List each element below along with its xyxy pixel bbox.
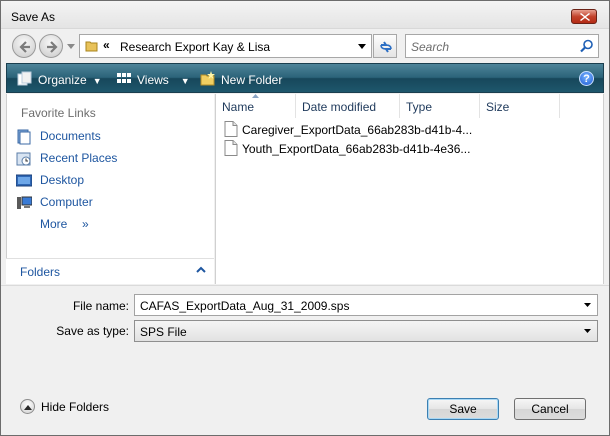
folders-toggle-bar[interactable]: Folders	[6, 258, 214, 284]
file-icon	[224, 140, 238, 156]
hide-folders-label: Hide Folders	[41, 400, 110, 414]
views-icon	[117, 73, 131, 83]
favorite-links-header: Favorite Links	[21, 106, 96, 120]
new-folder-icon	[200, 71, 215, 86]
refresh-button[interactable]	[373, 34, 397, 58]
save-as-dialog: Save As « Research Export Kay & Lisa Sea…	[0, 0, 610, 436]
new-folder-label: New Folder	[221, 73, 283, 87]
title-bar: Save As	[1, 1, 609, 29]
search-icon[interactable]	[580, 39, 594, 53]
column-header-label: Date modified	[302, 100, 377, 114]
forward-arrow-icon	[47, 41, 58, 53]
save-form: File name: CAFAS_ExportData_Aug_31_2009.…	[1, 285, 609, 435]
new-folder-button[interactable]: New Folder	[200, 71, 282, 87]
close-button[interactable]	[571, 9, 597, 24]
dropdown-arrow-icon: ▼	[92, 76, 102, 86]
back-arrow-icon	[19, 41, 30, 53]
file-row[interactable]: Caregiver_ExportData_66ab283b-d41b-4...	[224, 120, 474, 140]
chevron-down-icon[interactable]	[358, 44, 366, 49]
more-label: More	[40, 217, 68, 231]
chevron-up-circle-icon	[20, 399, 35, 414]
save-type-select[interactable]: SPS File	[134, 320, 598, 342]
file-name: Youth_ExportData_66ab283b-d41b-4e36...	[242, 142, 471, 156]
recent-pages-dropdown-icon[interactable]	[67, 44, 75, 49]
save-type-label: Save as type:	[56, 324, 129, 338]
views-label: Views	[137, 73, 169, 87]
file-name-label: File name:	[72, 299, 129, 313]
column-header-name[interactable]: Name	[216, 94, 296, 118]
organize-icon	[17, 71, 32, 86]
chevron-down-icon	[584, 329, 591, 333]
sort-ascending-icon	[252, 94, 259, 98]
favorite-label: Computer	[40, 195, 93, 209]
forward-button[interactable]	[39, 34, 63, 58]
file-list: Name Date modified Type Size Caregiver_E…	[215, 94, 604, 284]
back-button[interactable]	[12, 34, 36, 58]
save-type-value: SPS File	[140, 325, 187, 339]
help-button[interactable]: ?	[579, 71, 594, 86]
organize-menu[interactable]: Organize ▼	[17, 71, 102, 87]
file-name: Caregiver_ExportData_66ab283b-d41b-4...	[242, 123, 473, 137]
cancel-button[interactable]: Cancel	[514, 398, 586, 420]
search-placeholder[interactable]: Search	[411, 40, 449, 54]
folders-label: Folders	[20, 265, 61, 279]
chevron-up-icon	[196, 266, 206, 273]
double-chevron-right-icon: »	[82, 217, 89, 231]
chevron-down-icon[interactable]	[584, 303, 591, 307]
computer-icon	[17, 196, 32, 209]
recent-places-icon	[16, 152, 31, 166]
documents-icon	[17, 129, 31, 145]
views-menu[interactable]: Views ▼	[116, 71, 190, 87]
column-header-label: Type	[406, 100, 433, 114]
favorite-label: Recent Places	[40, 151, 118, 165]
window-title: Save As	[11, 10, 56, 24]
favorite-label: Desktop	[40, 173, 85, 187]
file-icon	[224, 121, 238, 137]
file-name-value[interactable]: CAFAS_ExportData_Aug_31_2009.sps	[140, 299, 349, 313]
favorite-label: Documents	[40, 129, 101, 143]
column-header-date-modified[interactable]: Date modified	[296, 94, 400, 118]
dropdown-arrow-icon: ▼	[180, 76, 190, 86]
command-toolbar: Organize ▼ Views ▼ New Folder ?	[6, 63, 604, 93]
column-header-size[interactable]: Size	[480, 94, 560, 118]
organize-label: Organize	[38, 73, 87, 87]
save-button[interactable]: Save	[427, 398, 499, 420]
address-bar[interactable]: « Research Export Kay & Lisa	[79, 34, 372, 58]
refresh-icon	[380, 41, 392, 53]
column-header-label: Size	[486, 100, 510, 114]
search-box[interactable]: Search	[405, 34, 599, 58]
desktop-icon	[16, 174, 32, 187]
close-icon	[580, 13, 590, 21]
column-header-type[interactable]: Type	[400, 94, 480, 118]
navigation-bar: « Research Export Kay & Lisa Search	[1, 29, 609, 61]
address-overflow-chevron[interactable]: «	[103, 38, 110, 52]
column-header-label: Name	[222, 100, 255, 114]
folder-icon	[85, 41, 98, 52]
file-name-field[interactable]: CAFAS_ExportData_Aug_31_2009.sps	[134, 294, 598, 316]
address-path[interactable]: Research Export Kay & Lisa	[120, 40, 270, 54]
file-row[interactable]: Youth_ExportData_66ab283b-d41b-4e36...	[224, 139, 474, 159]
navigation-pane: Favorite Links Documents Recent Places D…	[6, 94, 214, 284]
